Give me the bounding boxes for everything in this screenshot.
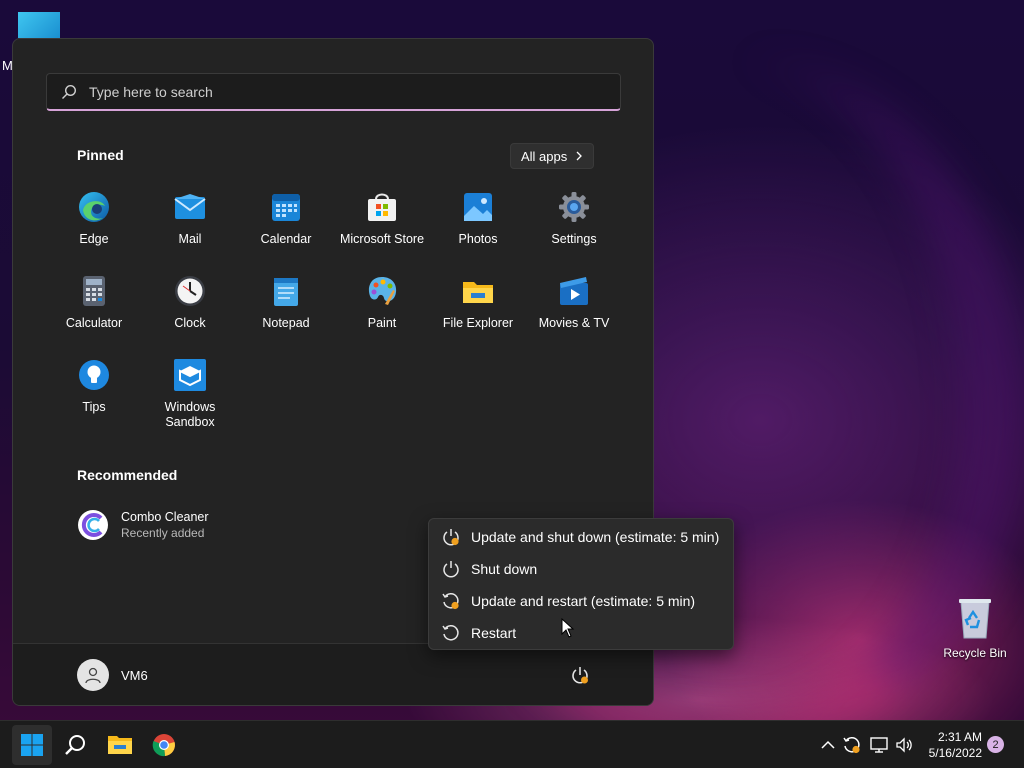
- pinned-app-notepad[interactable]: Notepad: [238, 274, 334, 331]
- network-icon[interactable]: [869, 735, 889, 755]
- chevron-right-icon: [576, 151, 583, 161]
- power-menu: Update and shut down (estimate: 5 min) S…: [428, 518, 734, 650]
- pinned-app-edge[interactable]: Edge: [46, 190, 142, 247]
- power-option-update-restart[interactable]: Update and restart (estimate: 5 min): [429, 585, 733, 617]
- pinned-app-tips[interactable]: Tips: [46, 358, 142, 415]
- sandbox-icon: [174, 359, 206, 391]
- photos-icon: [464, 193, 492, 221]
- app-label: Tips: [82, 400, 106, 414]
- pinned-app-calculator[interactable]: Calculator: [46, 274, 142, 331]
- clock-time: 2:31 AM: [937, 730, 982, 744]
- restart-icon: [442, 625, 459, 641]
- app-label: Clock: [174, 316, 206, 330]
- user-account-button[interactable]: VM6: [77, 659, 148, 691]
- pinned-app-microsoft-store[interactable]: Microsoft Store: [334, 190, 430, 247]
- app-label: Calendar: [260, 232, 312, 246]
- app-label: Windows Sandbox: [164, 400, 216, 429]
- app-label: Photos: [458, 232, 498, 246]
- mail-icon: [174, 194, 206, 219]
- app-label: Edge: [79, 232, 109, 246]
- app-label: Movies & TV: [538, 316, 610, 330]
- update-power-icon: [443, 529, 459, 546]
- recommended-title: Recommended: [77, 467, 178, 483]
- pinned-app-movies-tv[interactable]: Movies & TV: [526, 274, 622, 331]
- pinned-app-file-explorer[interactable]: File Explorer: [430, 274, 526, 331]
- chevron-up-icon[interactable]: [818, 735, 838, 755]
- combo-cleaner-icon: [78, 510, 108, 540]
- start-footer: VM6: [13, 643, 653, 705]
- clock-date: 5/16/2022: [928, 746, 982, 760]
- power-icon: [443, 561, 459, 578]
- app-label: File Explorer: [442, 316, 514, 330]
- taskbar: 2:31 AM 5/16/2022 2: [0, 720, 1024, 768]
- app-label: Settings: [551, 232, 597, 246]
- pinned-app-calendar[interactable]: Calendar: [238, 190, 334, 247]
- lightbulb-icon: [79, 360, 109, 390]
- taskbar-search-button[interactable]: [56, 725, 96, 765]
- folder-icon: [108, 736, 132, 754]
- power-option-label: Shut down: [471, 561, 538, 577]
- app-label: Paint: [367, 316, 397, 330]
- calculator-icon: [83, 276, 105, 306]
- recycle-bin-icon: [959, 599, 991, 639]
- taskbar-file-explorer[interactable]: [100, 725, 140, 765]
- pinned-app-settings[interactable]: Settings: [526, 190, 622, 247]
- clock-icon: [175, 276, 205, 306]
- recommended-item[interactable]: Combo Cleaner Recently added: [77, 509, 209, 541]
- pinned-app-paint[interactable]: Paint: [334, 274, 430, 331]
- notification-badge[interactable]: 2: [987, 736, 1004, 753]
- app-label: Calculator: [65, 316, 123, 330]
- pinned-app-clock[interactable]: Clock: [142, 274, 238, 331]
- pinned-app-photos[interactable]: Photos: [430, 190, 526, 247]
- all-apps-label: All apps: [521, 148, 568, 164]
- search-box[interactable]: [46, 73, 621, 111]
- store-icon: [368, 193, 396, 221]
- update-restart-icon: [442, 593, 459, 610]
- search-icon: [62, 84, 77, 99]
- avatar: [77, 659, 109, 691]
- power-option-label: Update and shut down (estimate: 5 min): [471, 529, 720, 545]
- search-input[interactable]: [89, 83, 569, 100]
- all-apps-button[interactable]: All apps: [510, 143, 595, 169]
- app-label: Mail: [178, 232, 202, 246]
- start-button[interactable]: [12, 725, 52, 765]
- notepad-icon: [274, 278, 298, 306]
- recommended-item-title: Combo Cleaner: [121, 510, 209, 524]
- edge-icon: [79, 192, 109, 222]
- windows-logo-icon: [21, 734, 43, 756]
- recommended-item-subtitle: Recently added: [121, 526, 205, 540]
- app-label: Notepad: [262, 316, 310, 330]
- paint-icon: [368, 277, 397, 305]
- movies-icon: [560, 277, 588, 305]
- recycle-bin[interactable]: Recycle Bin: [940, 596, 1010, 660]
- power-option-restart[interactable]: Restart: [429, 617, 733, 649]
- folder-icon: [463, 282, 493, 303]
- volume-icon[interactable]: [894, 735, 914, 755]
- chrome-icon: [152, 734, 175, 757]
- taskbar-chrome[interactable]: [144, 725, 184, 765]
- power-option-shutdown[interactable]: Shut down: [429, 553, 733, 585]
- power-option-label: Update and restart (estimate: 5 min): [471, 593, 696, 609]
- update-restart-icon[interactable]: [842, 735, 862, 755]
- taskbar-clock[interactable]: 2:31 AM 5/16/2022: [920, 729, 982, 761]
- power-option-label: Restart: [471, 625, 517, 641]
- recycle-bin-label: Recycle Bin: [943, 646, 1007, 660]
- user-icon: [85, 667, 101, 684]
- user-name: VM6: [121, 667, 148, 683]
- gear-icon: [559, 192, 589, 222]
- calendar-icon: [272, 194, 300, 221]
- desktop-shortcut-icon[interactable]: [18, 12, 60, 38]
- pinned-title: Pinned: [77, 147, 124, 163]
- power-button[interactable]: [569, 664, 591, 686]
- app-label: Microsoft Store: [339, 232, 425, 246]
- mouse-cursor-icon: [561, 618, 575, 638]
- pinned-app-mail[interactable]: Mail: [142, 190, 238, 247]
- search-icon: [65, 735, 85, 755]
- pinned-app-windows-sandbox[interactable]: Windows Sandbox: [142, 358, 238, 430]
- power-option-update-shutdown[interactable]: Update and shut down (estimate: 5 min): [429, 521, 733, 553]
